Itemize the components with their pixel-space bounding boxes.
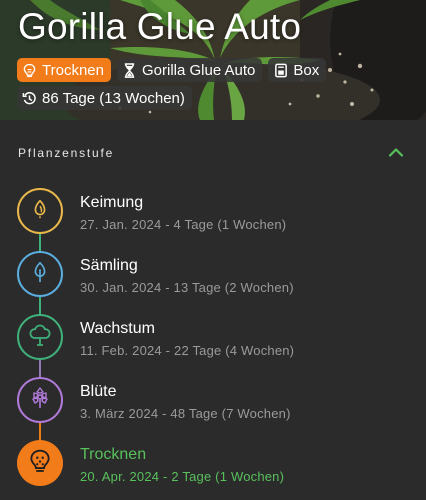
stage-panel-header[interactable]: Pflanzenstufe — [0, 120, 426, 180]
stage-icon-circle — [17, 314, 63, 360]
plant-age-row: 86 Tage (13 Wochen) — [17, 86, 192, 110]
hourglass-icon — [122, 62, 137, 78]
stage-icon-circle — [17, 440, 63, 486]
stage-detail: 27. Jan. 2024 - 4 Tage (1 Wochen) — [80, 217, 287, 232]
plant-title: Gorilla Glue Auto — [18, 6, 302, 47]
stage-name: Keimung — [80, 194, 144, 211]
strain-chip[interactable]: Gorilla Glue Auto — [116, 58, 263, 82]
stage-name: Wachstum — [80, 320, 155, 337]
stage-chip[interactable]: Trocknen — [17, 58, 111, 82]
stage-name: Trocknen — [80, 446, 147, 463]
age-chip[interactable]: 86 Tage (13 Wochen) — [17, 86, 192, 110]
stage-detail: 20. Apr. 2024 - 2 Tage (1 Wochen) — [80, 469, 285, 484]
location-chip[interactable]: Box — [268, 58, 327, 82]
history-icon — [22, 91, 37, 106]
tree-icon — [28, 323, 52, 352]
stage-row-trocknen[interactable]: Trocknen 20. Apr. 2024 - 2 Tage (1 Woche… — [0, 440, 426, 500]
strain-chip-label: Gorilla Glue Auto — [141, 61, 256, 79]
seed-icon — [29, 198, 51, 225]
age-chip-label: 86 Tage (13 Wochen) — [42, 89, 185, 107]
location-chip-label: Box — [293, 61, 320, 79]
stage-icon-circle — [17, 377, 63, 423]
collapse-button[interactable] — [384, 144, 408, 162]
stage-row-wachstum[interactable]: Wachstum 11. Feb. 2024 - 22 Tage (4 Woch… — [0, 314, 426, 376]
stage-row-saemling[interactable]: Sämling 30. Jan. 2024 - 13 Tage (2 Woche… — [0, 251, 426, 313]
panel-title: Pflanzenstufe — [18, 146, 115, 160]
stage-name: Sämling — [80, 257, 138, 274]
stage-detail: 3. März 2024 - 48 Tage (7 Wochen) — [80, 406, 291, 421]
seedling-icon — [29, 260, 51, 289]
stage-icon-circle — [17, 188, 63, 234]
stage-icon-circle — [17, 251, 63, 297]
stage-chip-label: Trocknen — [42, 61, 104, 79]
plant-header: Gorilla Glue Auto Trocknen Gorilla Glue … — [0, 0, 426, 120]
trocknen-icon — [22, 63, 37, 78]
stage-row-bluete[interactable]: Blüte 3. März 2024 - 48 Tage (7 Wochen) — [0, 377, 426, 439]
trocknen-icon — [27, 448, 53, 479]
stage-name: Blüte — [80, 383, 117, 400]
flower-icon — [28, 386, 52, 415]
stage-detail: 11. Feb. 2024 - 22 Tage (4 Wochen) — [80, 343, 295, 358]
stage-detail: 30. Jan. 2024 - 13 Tage (2 Wochen) — [80, 280, 294, 295]
box-icon — [273, 63, 288, 78]
chevron-up-icon — [388, 144, 404, 162]
plant-tags: Trocknen Gorilla Glue Auto Box — [17, 58, 327, 82]
stage-row-keimung[interactable]: Keimung 27. Jan. 2024 - 4 Tage (1 Wochen… — [0, 188, 426, 250]
